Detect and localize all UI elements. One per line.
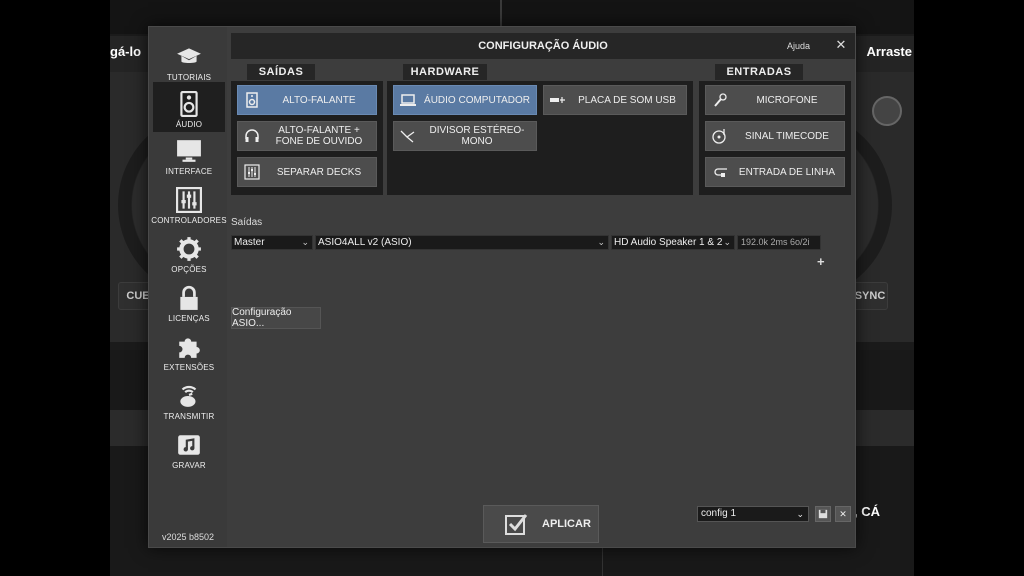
speaker-icon bbox=[180, 91, 198, 117]
sidebar-item-label: OPÇÕES bbox=[171, 265, 207, 274]
divisor-estereo-mono-button[interactable]: DIVISOR ESTÉREO-MONO bbox=[393, 121, 537, 151]
saidas-panel: ALTO-FALANTE ALTO-FALANTE + FONE DE OUVI… bbox=[231, 81, 383, 195]
tab-saidas: SAÍDAS bbox=[247, 64, 315, 80]
output-row: Master ⌄ ASIO4ALL v2 (ASIO) ⌄ HD Audio S… bbox=[231, 235, 831, 250]
dialog-title: CONFIGURAÇÃO ÁUDIO bbox=[478, 40, 608, 52]
vinyl-icon bbox=[712, 129, 726, 144]
select-value: HD Audio Speaker 1 & 2 bbox=[614, 237, 723, 248]
chevron-down-icon: ⌄ bbox=[301, 237, 309, 247]
graduation-cap-icon bbox=[177, 48, 201, 63]
hardware-panel: ÁUDIO COMPUTADOR PLACA DE SOM USB DIVISO… bbox=[387, 81, 693, 195]
config-select[interactable]: config 1 ⌄ bbox=[697, 506, 809, 522]
button-label: MICROFONE bbox=[756, 94, 818, 106]
sidebar-item-label: GRAVAR bbox=[172, 461, 206, 470]
button-label: PLACA DE SOM USB bbox=[578, 94, 676, 106]
lock-icon bbox=[180, 285, 198, 310]
outputs-section-label: Saídas bbox=[231, 217, 263, 228]
apply-label: APLICAR bbox=[542, 518, 591, 530]
music-file-icon bbox=[178, 435, 200, 455]
dialog-title-bar[interactable]: CONFIGURAÇÃO ÁUDIO Ajuda ✕ bbox=[231, 33, 855, 59]
cable-icon bbox=[714, 168, 727, 177]
select-value: ASIO4ALL v2 (ASIO) bbox=[318, 237, 412, 248]
broadcast-icon bbox=[180, 385, 197, 407]
audio-computador-button[interactable]: ÁUDIO COMPUTADOR bbox=[393, 85, 537, 115]
sidebar-item-label: ÁUDIO bbox=[175, 120, 203, 129]
sidebar-item-opcoes[interactable]: OPÇÕES bbox=[153, 229, 225, 277]
mixer-icon bbox=[244, 164, 260, 180]
entradas-panel: MICROFONE SINAL TIMECODE ENTRADA DE LINH… bbox=[699, 81, 851, 195]
select-value: Master bbox=[234, 237, 265, 248]
background-left-title: gá-lo bbox=[110, 44, 142, 59]
gear-icon bbox=[177, 237, 201, 261]
sync-button[interactable]: SYNC bbox=[852, 282, 888, 310]
chevron-down-icon: ⌄ bbox=[597, 237, 605, 247]
sidebar-item-label: TUTORIAIS bbox=[166, 73, 212, 82]
alto-falante-button[interactable]: ALTO-FALANTE bbox=[237, 85, 377, 115]
sidebar-item-gravar[interactable]: GRAVAR bbox=[153, 425, 225, 473]
button-label: ENTRADA DE LINHA bbox=[738, 166, 836, 178]
close-icon[interactable]: ✕ bbox=[833, 37, 849, 53]
microfone-button[interactable]: MICROFONE bbox=[705, 85, 845, 115]
entrada-linha-button[interactable]: ENTRADA DE LINHA bbox=[705, 157, 845, 187]
delete-config-button[interactable]: ✕ bbox=[835, 506, 851, 522]
settings-sidebar: TUTORIAIS ÁUDIO INTERFACE CONTROLADORES … bbox=[149, 27, 227, 547]
chevron-down-icon: ⌄ bbox=[723, 237, 731, 247]
device-info: 192.0k 2ms 6o/2i bbox=[737, 235, 821, 250]
sidebar-item-label: INTERFACE bbox=[165, 167, 213, 176]
audio-config-dialog: TUTORIAIS ÁUDIO INTERFACE CONTROLADORES … bbox=[148, 26, 856, 548]
sidebar-item-label: CONTROLADORES bbox=[151, 216, 227, 225]
apply-button[interactable]: APLICAR bbox=[483, 505, 599, 543]
button-label: DIVISOR ESTÉREO-MONO bbox=[429, 125, 525, 147]
sidebar-item-interface[interactable]: INTERFACE bbox=[153, 131, 225, 179]
sidebar-item-controladores[interactable]: CONTROLADORES bbox=[151, 180, 227, 228]
add-output-button[interactable]: + bbox=[817, 254, 825, 269]
alto-falante-fone-button[interactable]: ALTO-FALANTE + FONE DE OUVIDO bbox=[237, 121, 377, 151]
laptop-icon bbox=[400, 94, 416, 106]
speaker-icon bbox=[246, 92, 258, 108]
puzzle-icon bbox=[179, 338, 200, 358]
sidebar-item-licencas[interactable]: LICENÇAS bbox=[153, 278, 225, 326]
save-icon bbox=[818, 509, 828, 519]
tab-hardware: HARDWARE bbox=[403, 64, 487, 80]
microphone-icon bbox=[714, 93, 727, 107]
sidebar-item-transmitir[interactable]: TRANSMITIR bbox=[153, 376, 225, 424]
button-label: SINAL TIMECODE bbox=[745, 130, 829, 142]
button-label: ALTO-FALANTE bbox=[282, 94, 356, 106]
background-browser-text: , CÁ bbox=[854, 504, 880, 519]
background-right-title: Arraste bbox=[866, 44, 912, 59]
sidebar-item-tutoriais[interactable]: TUTORIAIS bbox=[153, 37, 225, 85]
sliders-icon bbox=[176, 187, 202, 213]
checkbox-check-icon bbox=[505, 514, 528, 535]
headphones-icon bbox=[245, 129, 259, 142]
sidebar-item-extensoes[interactable]: EXTENSÕES bbox=[153, 327, 225, 375]
button-label: SEPARAR DECKS bbox=[276, 166, 362, 178]
sinal-timecode-button[interactable]: SINAL TIMECODE bbox=[705, 121, 845, 151]
tab-entradas: ENTRADAS bbox=[715, 64, 803, 80]
separar-decks-button[interactable]: SEPARAR DECKS bbox=[237, 157, 377, 187]
sidebar-item-label: EXTENSÕES bbox=[163, 363, 215, 372]
monitor-icon bbox=[177, 140, 201, 162]
device-select[interactable]: HD Audio Speaker 1 & 2 ⌄ bbox=[611, 235, 735, 250]
sidebar-item-audio[interactable]: ÁUDIO bbox=[153, 82, 225, 132]
placa-som-usb-button[interactable]: PLACA DE SOM USB bbox=[543, 85, 687, 115]
button-label: ÁUDIO COMPUTADOR bbox=[424, 94, 530, 106]
help-link[interactable]: Ajuda bbox=[787, 41, 810, 51]
tonearm-icon bbox=[872, 96, 902, 126]
asio-config-button[interactable]: Configuração ASIO... bbox=[231, 307, 321, 329]
sidebar-item-label: TRANSMITIR bbox=[163, 412, 215, 421]
splitter-icon bbox=[400, 130, 415, 143]
driver-select[interactable]: ASIO4ALL v2 (ASIO) ⌄ bbox=[315, 235, 609, 250]
select-value: config 1 bbox=[701, 508, 737, 519]
sidebar-item-label: LICENÇAS bbox=[168, 314, 210, 323]
channel-select[interactable]: Master ⌄ bbox=[231, 235, 313, 250]
version-label: v2025 b8502 bbox=[161, 532, 215, 542]
chevron-down-icon: ⌄ bbox=[796, 509, 804, 519]
save-config-button[interactable] bbox=[815, 506, 831, 522]
button-label: ALTO-FALANTE + FONE DE OUVIDO bbox=[275, 125, 363, 147]
usb-icon bbox=[550, 97, 565, 103]
